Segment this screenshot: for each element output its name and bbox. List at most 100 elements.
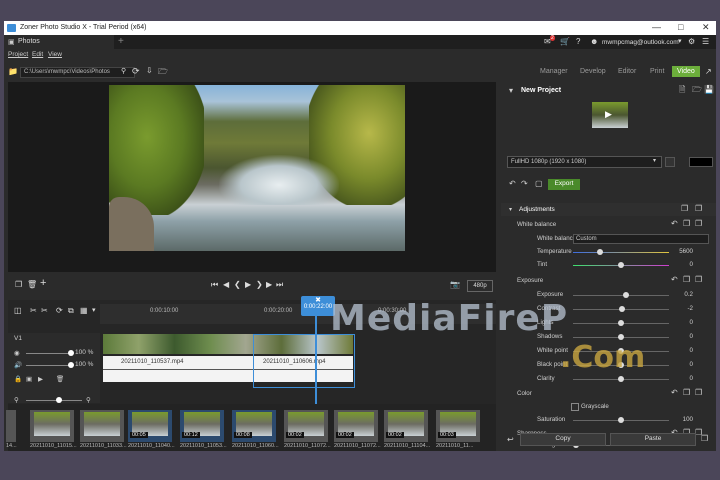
skip-end-icon[interactable]: ⏭ — [276, 280, 283, 290]
eye-icon[interactable]: ◉ — [14, 349, 20, 357]
menu-icon[interactable]: ☰ — [702, 37, 709, 46]
collapse-icon[interactable]: ▾ — [509, 87, 513, 95]
tab-editor[interactable]: Editor — [618, 68, 636, 75]
redo-icon[interactable]: ↷ — [521, 180, 528, 188]
contrast-slider[interactable] — [573, 306, 669, 312]
menu-edit[interactable]: Edit — [32, 51, 43, 58]
delete-icon[interactable]: 🗑 — [27, 280, 37, 289]
exposure-slider[interactable] — [573, 292, 669, 298]
reset-icon[interactable]: ↶ — [671, 389, 678, 397]
thumbnail[interactable]: 14... — [6, 410, 17, 449]
import-icon[interactable]: ⇩ — [146, 66, 153, 75]
path-input[interactable]: C:\Users\mwmpc\Videos\Photos — [20, 67, 135, 78]
background-color-swatch[interactable] — [689, 157, 713, 167]
color-swatch-empty[interactable] — [665, 157, 675, 167]
settings-icon[interactable]: ⚙ — [688, 37, 695, 46]
undo-icon[interactable]: ↶ — [509, 180, 516, 188]
format-select[interactable]: FullHD 1080p (1920 x 1080) — [507, 156, 662, 168]
grid-icon[interactable]: ▦ — [80, 306, 88, 315]
lights-slider[interactable] — [573, 320, 669, 326]
paste-icon[interactable]: ❐ — [695, 389, 702, 397]
thumbnail[interactable]: 00:08 20211010_11060... — [232, 410, 279, 449]
play-icon[interactable]: ▶ — [245, 280, 251, 289]
copy-icon[interactable]: ❐ — [681, 205, 688, 213]
open-icon[interactable]: 🗁 — [692, 86, 702, 94]
camera-icon[interactable]: 📷 — [450, 280, 460, 289]
audio-volume-slider[interactable] — [26, 362, 74, 368]
audio-icon[interactable]: ▶ — [38, 375, 43, 383]
tab-print[interactable]: Print — [650, 68, 664, 75]
video-volume-slider[interactable] — [26, 350, 74, 356]
help-icon[interactable]: ? — [576, 37, 580, 46]
thumbnail[interactable]: 00:12 20211010_11053... — [180, 410, 227, 449]
user-icon[interactable]: ☻ — [590, 37, 598, 46]
thumbnail[interactable]: 20211010_11033... — [80, 410, 127, 449]
paste-special-icon[interactable]: ❐ — [701, 435, 708, 443]
copy-icon[interactable]: ❐ — [15, 280, 22, 289]
paste-icon[interactable]: ❐ — [695, 205, 702, 213]
copy-icon[interactable]: ❐ — [683, 220, 690, 228]
saturation-slider[interactable] — [573, 417, 669, 423]
lock-icon[interactable]: 🔒 — [14, 375, 22, 383]
tint-slider[interactable] — [573, 262, 669, 268]
temperature-slider[interactable] — [573, 249, 669, 255]
add-icon[interactable]: + — [40, 277, 46, 289]
thumbnail[interactable]: 00:03 20211010_11... — [436, 410, 480, 449]
thumbnail[interactable]: 20211010_11015... — [30, 410, 77, 449]
zoom-slider[interactable] — [26, 397, 82, 403]
thumbnail[interactable]: 00:02 20211010_11072... — [334, 410, 381, 449]
menu-project[interactable]: Project — [8, 51, 28, 58]
reset-icon[interactable]: ↶ — [671, 276, 678, 284]
chevron-down-icon[interactable]: ▾ — [678, 37, 682, 45]
trash-icon[interactable]: 🗑 — [56, 375, 64, 383]
white-balance-select[interactable]: Custom — [573, 234, 709, 244]
thumbnail[interactable]: 00:02 20211010_11072... — [284, 410, 331, 449]
copy-icon[interactable]: ❐ — [683, 276, 690, 284]
mute-icon[interactable]: ▣ — [26, 375, 32, 383]
maximize-icon[interactable]: □ — [678, 22, 683, 32]
copy-button[interactable]: Copy — [520, 433, 606, 446]
copy-icon[interactable]: ❐ — [683, 389, 690, 397]
export-button[interactable]: Export — [548, 179, 580, 190]
skip-start-icon[interactable]: ⏮ — [211, 280, 218, 290]
new-folder-icon[interactable]: 🗁 — [158, 66, 168, 80]
rotate-icon[interactable]: ⟳ — [56, 306, 63, 315]
reset-icon[interactable]: ↶ — [671, 220, 678, 228]
folder-icon[interactable]: 📁 — [8, 67, 18, 76]
tab-develop[interactable]: Develop — [580, 68, 606, 75]
tab-manager[interactable]: Manager — [540, 68, 568, 75]
zoom-out-icon[interactable]: ⚲ — [14, 396, 19, 404]
panel-toggle-icon[interactable]: ◫ — [14, 306, 22, 315]
step-forward-icon[interactable]: ❯ — [256, 280, 263, 289]
selected-clip[interactable] — [253, 334, 355, 388]
step-back-icon[interactable]: ❮ — [234, 280, 241, 289]
speaker-icon[interactable]: 🔊 — [14, 361, 22, 369]
minimize-icon[interactable]: — — [652, 22, 661, 32]
tab-video[interactable]: Video — [672, 66, 700, 77]
clarity-slider[interactable] — [573, 376, 669, 382]
paste-icon[interactable]: ❐ — [695, 276, 702, 284]
previous-frame-icon[interactable]: ◀ — [223, 280, 229, 289]
trim-icon[interactable]: ✂ — [41, 306, 48, 315]
reset-icon[interactable]: ▢ — [535, 180, 543, 188]
shadows-slider[interactable] — [573, 334, 669, 340]
thumbnail[interactable]: 00:02 20211010_11104... — [384, 410, 430, 449]
save-icon[interactable]: 💾 — [704, 86, 714, 94]
transition-icon[interactable]: ⧉ — [68, 306, 74, 316]
resolution-select[interactable]: 480p — [467, 280, 493, 292]
next-frame-icon[interactable]: ▶ — [266, 280, 272, 289]
new-tab-button[interactable]: + — [118, 36, 124, 47]
tab-photos[interactable]: ▣ Photos — [4, 35, 114, 49]
close-icon[interactable]: ✕ — [702, 22, 710, 33]
thumbnail[interactable]: 00:05 20211010_11040... — [128, 410, 175, 449]
search-icon[interactable]: ⚲ — [121, 67, 126, 75]
back-icon[interactable]: ↩ — [507, 436, 514, 444]
external-window-icon[interactable]: ↗ — [705, 67, 712, 76]
new-document-icon[interactable]: 🗎 — [679, 86, 685, 94]
dropdown-icon[interactable]: ▾ — [92, 306, 96, 314]
refresh-icon[interactable]: ⟳ — [132, 66, 140, 77]
adjustments-section[interactable]: ▾ Adjustments ❐ ❐ — [501, 203, 716, 216]
cart-icon[interactable]: 🛒 — [560, 37, 570, 46]
menu-view[interactable]: View — [48, 51, 62, 58]
grayscale-checkbox[interactable] — [571, 403, 579, 411]
